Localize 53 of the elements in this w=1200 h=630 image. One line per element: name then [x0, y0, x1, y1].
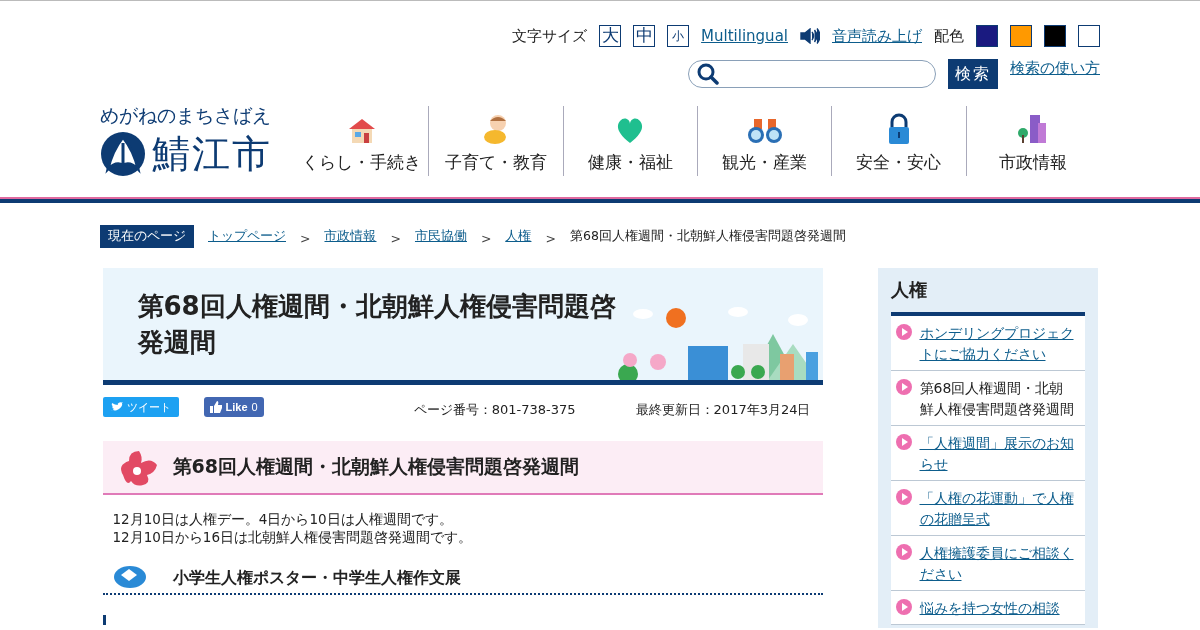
font-size-button[interactable]: 中 — [633, 25, 656, 47]
color-swatch[interactable] — [1044, 25, 1066, 47]
breadcrumb-separator: > — [390, 231, 401, 246]
multilingual-link[interactable]: Multilingual — [701, 27, 788, 45]
breadcrumb-link[interactable]: 市政情報 — [324, 228, 377, 245]
color-swatch[interactable] — [976, 25, 998, 47]
font-size-button[interactable]: 大 — [599, 25, 622, 47]
nav-item[interactable]: 子育て・教育 — [428, 106, 563, 176]
search-button[interactable]: 検索 — [948, 59, 998, 89]
color-swatch[interactable] — [1010, 25, 1032, 47]
logo-tagline: めがねのまちさばえ — [100, 102, 272, 128]
breadcrumb-separator: > — [545, 231, 556, 246]
page-title: 第68回人権週間・北朝鮮人権侵害問題啓発週間 — [137, 290, 617, 359]
nav-item[interactable]: 観光・産業 — [697, 106, 832, 176]
color-swatch[interactable] — [1078, 25, 1100, 47]
sidebar-title: 人権 — [890, 278, 928, 302]
breadcrumb-link[interactable]: 市民協働 — [414, 228, 467, 245]
breadcrumb-link[interactable]: 人権 — [505, 228, 532, 245]
speech-link[interactable]: 音声読み上げ — [832, 26, 922, 46]
font-size-label: 文字サイズ — [512, 26, 588, 46]
breadcrumb-separator: > — [300, 231, 311, 246]
nav-item[interactable]: 安全・安心 — [831, 106, 966, 176]
page-number: ページ番号：801-738-375 — [413, 401, 576, 419]
bird-icon — [110, 402, 123, 412]
nav-item[interactable]: 健康・福祉 — [562, 106, 697, 176]
last-updated: 最終更新日：2017年3月24日 — [635, 401, 811, 419]
search-help-link[interactable]: 検索の使い方 — [1010, 59, 1100, 78]
city-emblem-icon — [100, 131, 146, 177]
nav-item[interactable]: くらし・手続き — [295, 106, 429, 176]
subheading: 小学生人権ポスター・中学生人権作文展 — [172, 568, 461, 589]
thumbs-up-icon — [209, 401, 222, 413]
color-label: 配色 — [934, 26, 964, 46]
play-bullet-icon — [895, 544, 912, 560]
font-size-button[interactable]: 小 — [667, 25, 690, 47]
section-heading: 第68回人権週間・北朝鮮人権侵害問題啓発週間 — [172, 454, 579, 479]
nav-item[interactable]: 市政情報 — [965, 106, 1100, 176]
breadcrumb-separator: > — [480, 231, 492, 246]
play-bullet-icon — [895, 434, 912, 450]
play-bullet-icon — [895, 489, 912, 505]
speaker-icon — [800, 28, 820, 44]
play-bullet-icon — [895, 599, 912, 615]
play-bullet-icon — [895, 324, 912, 340]
binoculars-icon — [745, 117, 784, 145]
paragraph: 12月10日から16日は北朝鮮人権侵害問題啓発週間です。 — [112, 528, 474, 546]
play-bullet-icon — [895, 379, 912, 395]
search-icon — [697, 63, 719, 85]
paragraph: 12月10日は人権デー。4日から10日は人権週間です。 — [112, 510, 454, 528]
section-marker — [102, 615, 106, 625]
like-button[interactable]: Like 0 — [203, 397, 264, 417]
breadcrumb-current: 第68回人権週間・北朝鮮人権侵害問題啓発週間 — [569, 228, 846, 245]
logo-name: 鯖江市 — [152, 130, 272, 178]
breadcrumb-label: 現在のページ — [100, 225, 194, 248]
breadcrumb-link[interactable]: トップページ — [208, 228, 286, 245]
